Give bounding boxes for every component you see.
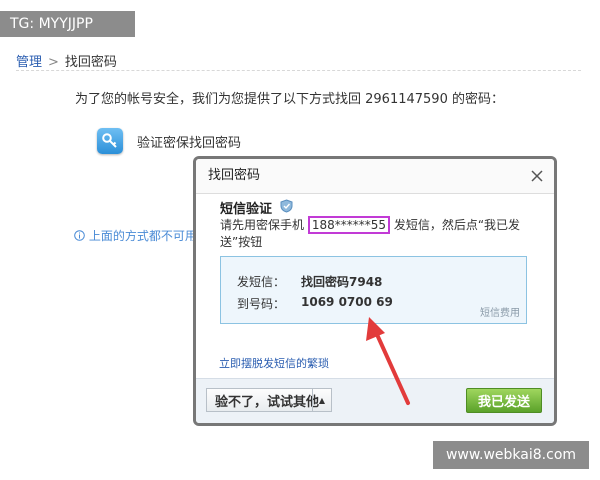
breadcrumb-parent[interactable]: 管理 [16,55,42,70]
masked-phone-number: 188******55 [307,216,391,234]
try-other-label[interactable]: 验不了，试试其他 [207,391,319,410]
dialog-body: 找回密码 短信验证 请先用密保手机 188******55 发短信，然后点“我已… [196,159,554,423]
sms-info-box: 发短信： 找回密码7948 到号码： 1069 0700 69 短信费用 [220,256,527,324]
method-verify-security[interactable]: 验证密保找回密码 [97,128,241,154]
breadcrumb-current: 找回密码 [64,55,117,70]
breadcrumb-separator: > [48,55,59,70]
hint-text[interactable]: 上面的方式都不可用 [89,229,197,243]
get-rid-of-sms-link[interactable]: 立即摆脱发短信的繁琐 [219,355,329,371]
sms-fee-link[interactable]: 短信费用 [480,304,520,319]
recover-password-dialog: 找回密码 短信验证 请先用密保手机 188******55 发短信，然后点“我已… [193,156,557,426]
watermark-top: TG: MYYJJPP [0,11,135,37]
info-icon [74,229,89,243]
instruction-before: 请先用密保手机 [220,218,308,232]
caret-up-icon[interactable]: ▲ [312,389,331,411]
intro-text: 为了您的帐号安全，我们为您提供了以下方式找回 2961147590 的密码： [75,92,504,107]
breadcrumb: 管理 > 找回密码 [16,51,117,70]
dialog-footer: 验不了，试试其他 ▲ 我已发送 [196,378,554,423]
try-other-button[interactable]: 验不了，试试其他 ▲ [206,388,332,412]
send-content-label: 发短信： [237,275,286,289]
close-icon[interactable] [528,167,546,185]
breadcrumb-divider [16,70,581,71]
shield-icon [280,198,293,217]
sms-verify-title: 短信验证 [220,202,273,217]
sms-verify-heading: 短信验证 [220,198,293,217]
dialog-title: 找回密码 [196,159,554,194]
method-label[interactable]: 验证密保找回密码 [137,132,241,151]
send-content-value: 找回密码7948 [301,275,383,289]
key-icon [97,128,123,154]
i-have-sent-button[interactable]: 我已发送 [466,388,542,413]
watermark-bottom: www.webkai8.com [433,441,589,469]
target-number-label: 到号码： [237,297,286,311]
target-number-row: 到号码： 1069 0700 69 [237,295,393,312]
send-content-row: 发短信： 找回密码7948 [237,273,382,290]
sms-instruction: 请先用密保手机 188******55 发短信，然后点“我已发送”按钮 [220,216,535,251]
alternative-hint[interactable]: 上面的方式都不可用 [74,227,197,244]
target-number-value: 1069 0700 69 [301,295,393,309]
